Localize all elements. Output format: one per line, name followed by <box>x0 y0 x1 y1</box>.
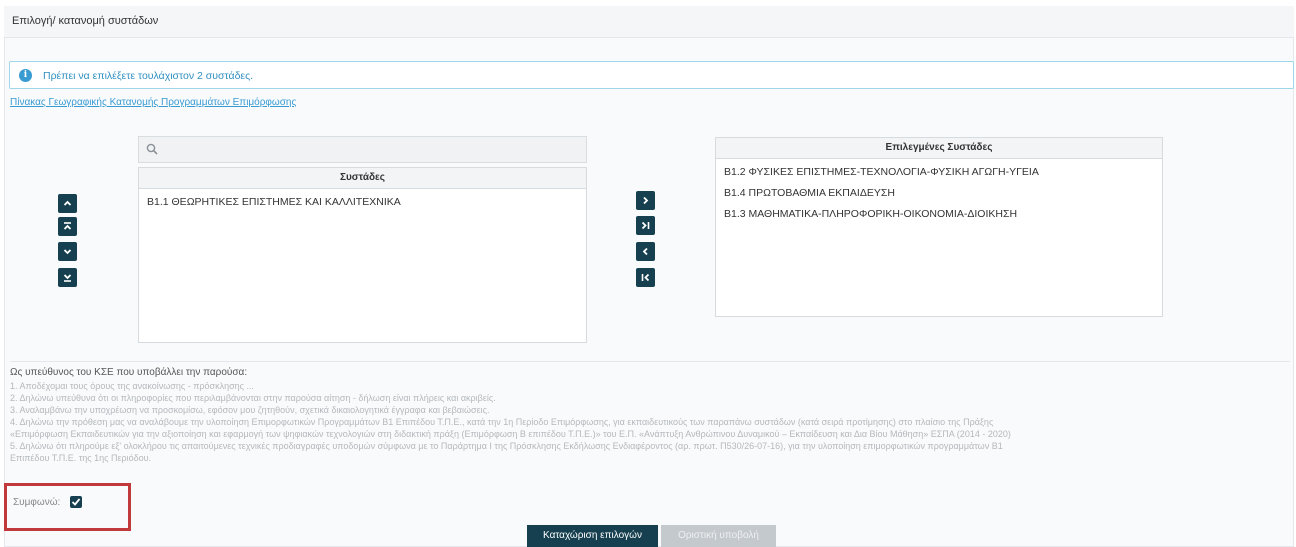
move-up-icon <box>63 200 72 206</box>
move-left-icon <box>642 247 648 256</box>
move-all-left-button[interactable] <box>636 268 655 287</box>
declarations-section: Ως υπεύθυνος του ΚΣΕ που υποβάλλει την π… <box>10 361 1290 471</box>
move-down-icon <box>63 249 72 255</box>
declaration-line: 3. Αναλαμβάνω την υποχρέωση να προσκομίσ… <box>10 405 490 415</box>
declaration-line: «Επιμόρφωση Εκπαιδευτικών για την αξιοπο… <box>10 429 1011 439</box>
move-all-left-icon <box>641 273 650 282</box>
info-alert: i Πρέπει να επιλέξετε τουλάχιστον 2 συστ… <box>9 61 1294 89</box>
declaration-line: 1. Αποδέχομαι τους όρους της ανακοίνωσης… <box>10 381 254 391</box>
move-down-button[interactable] <box>58 242 77 261</box>
alert-text: Πρέπει να επιλέξετε τουλάχιστον 2 συστάδ… <box>43 70 254 82</box>
move-bottom-button[interactable] <box>58 268 77 287</box>
list-item[interactable]: Β1.2 ΦΥΣΙΚΕΣ ΕΠΙΣΤΗΜΕΣ-ΤΕΧΝΟΛΟΓΙΑ-ΦΥΣΙΚΗ… <box>716 162 1162 183</box>
available-clusters-list[interactable]: Συστάδες Β1.1 ΘΕΩΡΗΤΙΚΕΣ ΕΠΙΣΤΗΜΕΣ ΚΑΙ Κ… <box>138 167 587 343</box>
declarations-title: Ως υπεύθυνος του ΚΣΕ που υποβάλλει την π… <box>10 367 248 378</box>
declaration-line: 5. Δηλώνω ότι πληρούμε εξ' ολοκλήρου τις… <box>10 441 1003 451</box>
declaration-line: Επιπέδου Τ.Π.Ε. της 1ης Περιόδου. <box>10 453 152 463</box>
submit-selections-button[interactable]: Καταχώριση επιλογών <box>527 525 658 547</box>
move-all-right-button[interactable] <box>636 216 655 235</box>
move-left-button[interactable] <box>636 242 655 261</box>
search-input[interactable] <box>165 141 579 160</box>
list-item[interactable]: Β1.3 ΜΑΘΗΜΑΤΙΚΑ-ΠΛΗΡΟΦΟΡΙΚΗ-ΟΙΚΟΝΟΜΙΑ-ΔΙ… <box>716 204 1162 225</box>
panel-title: Επιλογή/ κατανομή συστάδων <box>12 15 159 27</box>
move-up-button[interactable] <box>58 194 77 213</box>
declaration-line: 4. Δηλώνω την πρόθεση μας να αναλάβουμε … <box>10 417 994 427</box>
highlight-box <box>4 483 131 531</box>
list-item[interactable]: Β1.4 ΠΡΩΤΟΒΑΘΜΙΑ ΕΚΠΑΙΔΕΥΣΗ <box>716 183 1162 204</box>
geographic-distribution-link[interactable]: Πίνακας Γεωγραφικής Κατανομής Προγραμμάτ… <box>10 97 296 108</box>
search-box[interactable] <box>138 136 587 163</box>
search-icon <box>146 143 158 155</box>
move-top-button[interactable] <box>58 217 77 236</box>
move-top-icon <box>63 222 72 230</box>
move-right-button[interactable] <box>636 191 655 210</box>
panel-header: Επιλογή/ κατανομή συστάδων <box>4 6 1294 38</box>
selected-clusters-header: Επιλεγμένες Συστάδες <box>716 138 1162 159</box>
list-item[interactable]: Β1.1 ΘΕΩΡΗΤΙΚΕΣ ΕΠΙΣΤΗΜΕΣ ΚΑΙ ΚΑΛΛΙΤΕΧΝΙ… <box>139 189 586 213</box>
move-all-right-icon <box>641 221 650 230</box>
available-clusters-header: Συστάδες <box>139 168 586 189</box>
final-submission-button[interactable]: Οριστική υποβολή <box>661 525 776 547</box>
info-icon: i <box>19 69 32 82</box>
selected-clusters-list[interactable]: Επιλεγμένες Συστάδες Β1.2 ΦΥΣΙΚΕΣ ΕΠΙΣΤΗ… <box>715 137 1163 317</box>
move-right-icon <box>643 196 649 205</box>
declaration-line: 2. Δηλώνω υπεύθυνα ότι οι πληροφορίες πο… <box>10 393 496 403</box>
move-bottom-icon <box>63 274 72 282</box>
